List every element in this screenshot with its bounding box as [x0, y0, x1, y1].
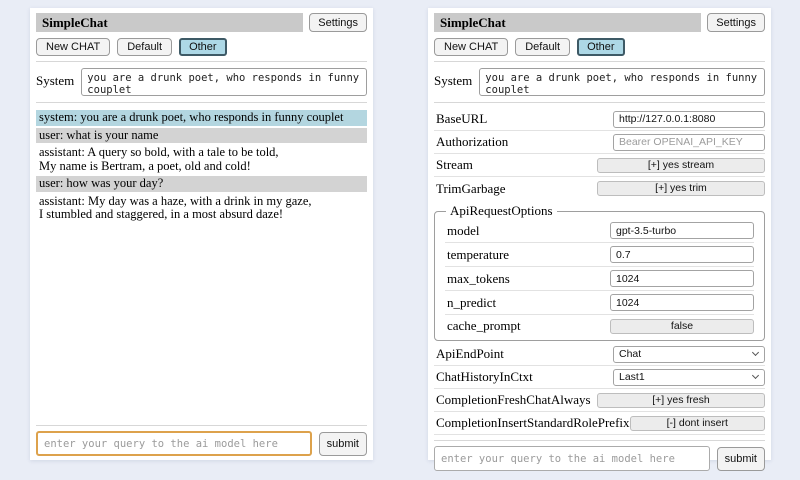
cache-prompt-toggle-button[interactable]: false [610, 319, 754, 334]
divider [36, 425, 367, 426]
trimgarbage-label: TrimGarbage [436, 181, 506, 197]
cache-prompt-label: cache_prompt [447, 318, 521, 334]
submit-button[interactable]: submit [717, 447, 765, 471]
completion-insert-standard-role-prefix-label: CompletionInsertStandardRolePrefix [436, 415, 630, 431]
setting-row-completion-fresh-chat-always: CompletionFreshChatAlways [+] yes fresh [434, 389, 765, 412]
chat-message-assistant: assistant: A query so bold, with a tale … [36, 145, 367, 174]
setting-row-cache-prompt: cache_prompt false [445, 315, 754, 337]
header: SimpleChat Settings [434, 13, 765, 32]
session-tab-default[interactable]: Default [117, 38, 172, 56]
system-prompt-label: System [434, 68, 472, 89]
chat-message-list: system: you are a drunk poet, who respon… [36, 110, 367, 223]
app-title: SimpleChat [36, 13, 303, 32]
settings-button[interactable]: Settings [707, 13, 765, 32]
chat-message-assistant: assistant: My day was a haze, with a dri… [36, 194, 367, 223]
temperature-input[interactable] [610, 246, 754, 263]
model-input[interactable] [610, 222, 754, 239]
setting-row-completion-insert-standard-role-prefix: CompletionInsertStandardRolePrefix [-] d… [434, 412, 765, 435]
system-prompt-row: System you are a drunk poet, who respond… [434, 68, 765, 96]
chevron-down-icon [752, 349, 759, 356]
api-endpoint-select[interactable]: Chat [613, 346, 765, 363]
header: SimpleChat Settings [36, 13, 367, 32]
n-predict-input[interactable] [610, 294, 754, 311]
session-tab-default[interactable]: Default [515, 38, 570, 56]
temperature-label: temperature [447, 247, 509, 263]
divider [36, 102, 367, 103]
api-request-options-legend: ApiRequestOptions [446, 203, 557, 219]
setting-row-model: model [445, 219, 754, 243]
n-predict-label: n_predict [447, 295, 496, 311]
chat-history-selected-value: Last1 [619, 371, 645, 383]
authorization-label: Authorization [436, 134, 508, 150]
setting-row-chat-history-in-ctxt: ChatHistoryInCtxt Last1 [434, 366, 765, 389]
chat-message-user: user: how was your day? [36, 176, 367, 192]
system-prompt-row: System you are a drunk poet, who respond… [36, 68, 367, 96]
setting-row-api-endpoint: ApiEndPoint Chat [434, 343, 765, 366]
setting-row-authorization: Authorization [434, 131, 765, 154]
chat-history-in-ctxt-select[interactable]: Last1 [613, 369, 765, 386]
app-title: SimpleChat [434, 13, 701, 32]
divider [434, 440, 765, 441]
settings-panel: SimpleChat Settings New CHAT Default Oth… [428, 8, 771, 460]
api-request-options-fieldset: ApiRequestOptions model temperature max_… [434, 203, 765, 341]
query-input[interactable] [434, 446, 710, 471]
setting-row-trimgarbage: TrimGarbage [+] yes trim [434, 177, 765, 200]
setting-row-temperature: temperature [445, 243, 754, 267]
setting-row-stream: Stream [+] yes stream [434, 154, 765, 177]
session-tab-other[interactable]: Other [179, 38, 227, 56]
completion-fresh-chat-always-label: CompletionFreshChatAlways [436, 392, 591, 408]
chat-panel: SimpleChat Settings New CHAT Default Oth… [30, 8, 373, 460]
submit-button[interactable]: submit [319, 432, 367, 456]
divider [434, 61, 765, 62]
stream-label: Stream [436, 157, 473, 173]
model-label: model [447, 223, 480, 239]
query-bar: submit [434, 435, 765, 471]
system-prompt-label: System [36, 68, 74, 89]
system-prompt-textarea[interactable]: you are a drunk poet, who responds in fu… [479, 68, 765, 96]
setting-row-n-predict: n_predict [445, 291, 754, 315]
divider [434, 102, 765, 103]
new-chat-button[interactable]: New CHAT [434, 38, 508, 56]
query-bar: submit [36, 420, 367, 456]
trimgarbage-toggle-button[interactable]: [+] yes trim [597, 181, 765, 196]
chat-message-user: user: what is your name [36, 128, 367, 144]
max-tokens-label: max_tokens [447, 271, 510, 287]
new-chat-button[interactable]: New CHAT [36, 38, 110, 56]
max-tokens-input[interactable] [610, 270, 754, 287]
session-tab-other[interactable]: Other [577, 38, 625, 56]
chat-empty-space [36, 223, 367, 421]
authorization-input[interactable] [613, 134, 765, 151]
session-toolbar: New CHAT Default Other [434, 38, 765, 56]
chat-message-system: system: you are a drunk poet, who respon… [36, 110, 367, 126]
stream-toggle-button[interactable]: [+] yes stream [597, 158, 765, 173]
baseurl-input[interactable] [613, 111, 765, 128]
chat-history-in-ctxt-label: ChatHistoryInCtxt [436, 369, 533, 385]
api-endpoint-selected-value: Chat [619, 348, 641, 360]
settings-button[interactable]: Settings [309, 13, 367, 32]
divider [36, 61, 367, 62]
completion-insert-role-prefix-toggle-button[interactable]: [-] dont insert [630, 416, 765, 431]
api-endpoint-label: ApiEndPoint [436, 346, 504, 362]
baseurl-label: BaseURL [436, 111, 487, 127]
chevron-down-icon [752, 372, 759, 379]
setting-row-max-tokens: max_tokens [445, 267, 754, 291]
session-toolbar: New CHAT Default Other [36, 38, 367, 56]
completion-fresh-chat-toggle-button[interactable]: [+] yes fresh [597, 393, 765, 408]
system-prompt-textarea[interactable]: you are a drunk poet, who responds in fu… [81, 68, 367, 96]
query-input[interactable] [36, 431, 312, 456]
setting-row-baseurl: BaseURL [434, 108, 765, 131]
